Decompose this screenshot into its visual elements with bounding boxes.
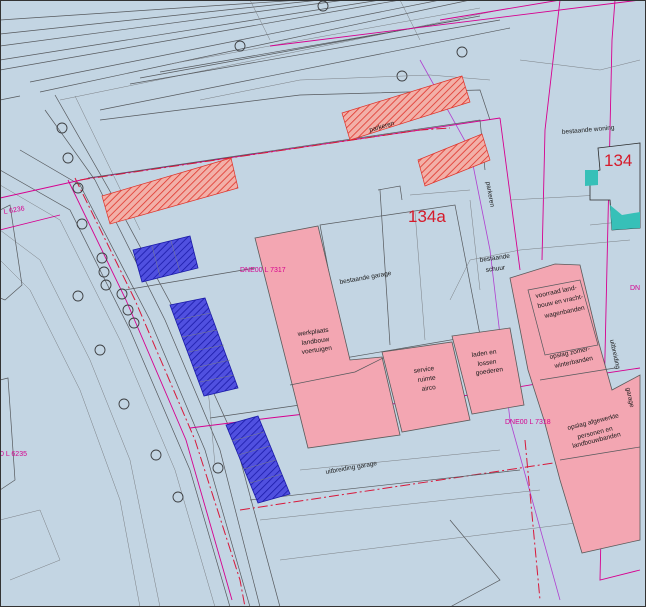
label-parcel-edge: DN xyxy=(630,285,640,292)
site-plan-map: 134a 134 DNE00 L 7317 DNE00 L 7318 0 L 6… xyxy=(0,0,646,607)
label-134a: 134a xyxy=(408,207,446,226)
label-parcel-6235: 0 L 6235 xyxy=(0,451,27,458)
label-parcel-7317: DNE00 L 7317 xyxy=(240,267,286,274)
label-134: 134 xyxy=(604,151,632,170)
site-plan-drawing: 134a 134 DNE00 L 7317 DNE00 L 7318 0 L 6… xyxy=(0,0,646,607)
label-parcel-7318: DNE00 L 7318 xyxy=(505,419,551,426)
